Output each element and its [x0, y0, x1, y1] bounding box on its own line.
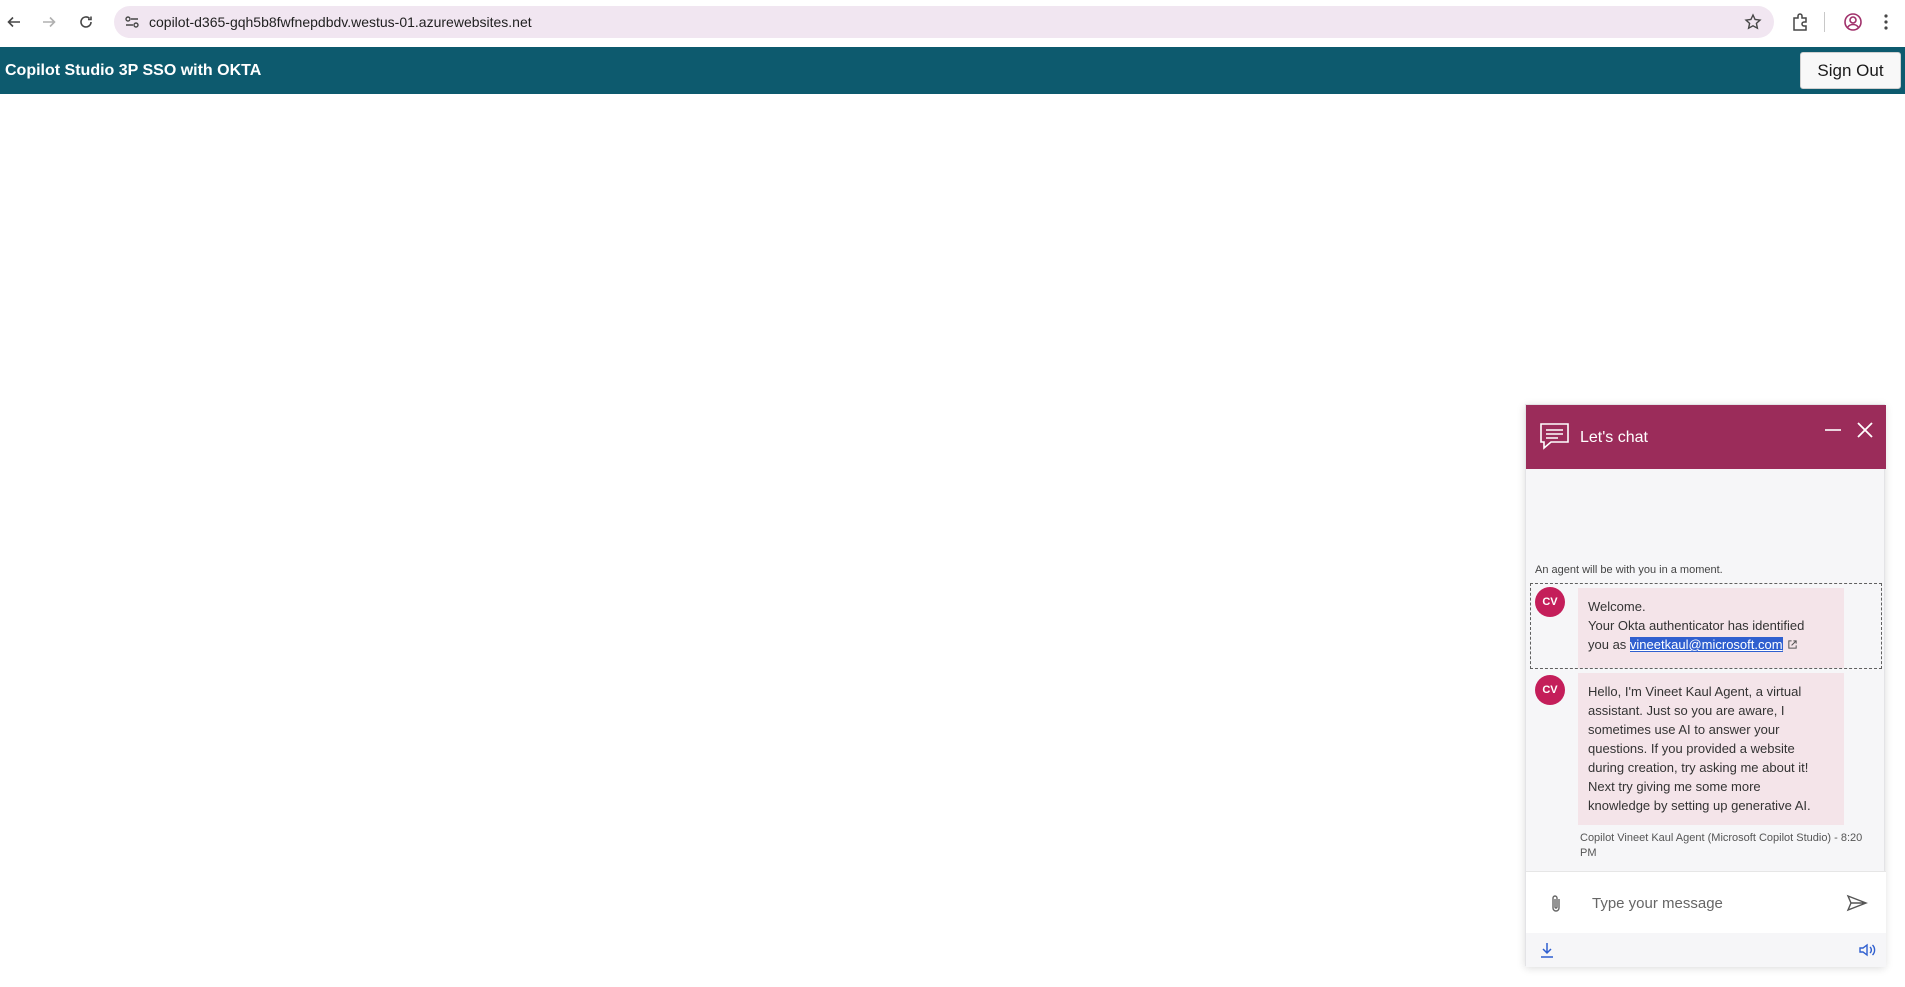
- extensions-icon[interactable]: [1790, 12, 1810, 32]
- minimize-icon[interactable]: [1822, 419, 1844, 441]
- close-icon[interactable]: [1854, 419, 1876, 441]
- bookmark-star-icon[interactable]: [1744, 13, 1762, 31]
- site-settings-icon[interactable]: [124, 14, 140, 30]
- message-group-welcome: CV Welcome. Your Okta authenticator has …: [1530, 583, 1882, 669]
- message-line: knowledge by setting up generative AI.: [1588, 798, 1811, 813]
- chat-header: Let's chat: [1526, 405, 1886, 469]
- download-transcript-icon[interactable]: [1539, 941, 1555, 959]
- app-title: Copilot Studio 3P SSO with OKTA: [5, 62, 262, 79]
- back-button[interactable]: [2, 10, 26, 34]
- forward-button[interactable]: [37, 10, 61, 34]
- paperclip-icon[interactable]: [1546, 893, 1566, 915]
- avatar: CV: [1535, 587, 1565, 617]
- reload-icon: [80, 16, 92, 28]
- message-line: Hello, I'm Vineet Kaul Agent, a virtual: [1588, 684, 1802, 699]
- message-bubble: Hello, I'm Vineet Kaul Agent, a virtual …: [1578, 673, 1844, 825]
- chat-title: Let's chat: [1580, 429, 1648, 446]
- message-timestamp: Copilot Vineet Kaul Agent (Microsoft Cop…: [1580, 831, 1880, 861]
- message-line: assistant. Just so you are aware, I: [1588, 703, 1785, 718]
- chat-widget: Let's chat An agent will be with you in …: [1525, 404, 1886, 967]
- url-text[interactable]: copilot-d365-gqh5b8fwfnepdbdv.westus-01.…: [149, 14, 532, 30]
- toolbar-divider: [1824, 12, 1825, 32]
- app-header: Copilot Studio 3P SSO with OKTA Sign Out: [0, 47, 1905, 94]
- message-bubble: Welcome. Your Okta authenticator has ide…: [1578, 588, 1844, 668]
- sign-out-button[interactable]: Sign Out: [1800, 52, 1901, 89]
- timestamp-line: Copilot Vineet Kaul Agent (Microsoft Cop…: [1580, 832, 1863, 844]
- chat-footer: [1526, 933, 1886, 967]
- message-line: during creation, try asking me about it!: [1588, 760, 1809, 775]
- message-line: questions. If you provided a website: [1588, 741, 1795, 756]
- reload-button[interactable]: [74, 10, 98, 34]
- message-composer: [1526, 871, 1886, 933]
- message-line: sometimes use AI to answer your: [1588, 722, 1780, 737]
- avatar: CV: [1535, 675, 1565, 705]
- agent-notice: An agent will be with you in a moment.: [1535, 564, 1723, 576]
- browser-toolbar: copilot-d365-gqh5b8fwfnepdbdv.westus-01.…: [0, 0, 1905, 44]
- send-icon[interactable]: [1846, 894, 1868, 912]
- email-link[interactable]: vineetkaul@microsoft.com: [1629, 637, 1783, 652]
- message-line: Your Okta authenticator has identified: [1588, 618, 1805, 633]
- chat-bubble-icon: [1540, 423, 1569, 450]
- message-line: Next try giving me some more: [1588, 779, 1761, 794]
- more-menu-icon[interactable]: [1876, 12, 1896, 32]
- address-bar[interactable]: copilot-d365-gqh5b8fwfnepdbdv.westus-01.…: [114, 6, 1774, 38]
- message-group-intro: CV Hello, I'm Vineet Kaul Agent, a virtu…: [1530, 673, 1882, 827]
- speaker-icon[interactable]: [1858, 942, 1878, 958]
- timestamp-line: PM: [1580, 847, 1597, 859]
- external-link-icon: [1787, 640, 1797, 649]
- profile-icon[interactable]: [1843, 12, 1863, 32]
- message-input[interactable]: [1592, 891, 1822, 915]
- message-text: you as: [1588, 637, 1630, 652]
- arrow-left-icon: [7, 16, 20, 28]
- message-line: Welcome.: [1588, 599, 1646, 614]
- message-line-with-link: you as vineetkaul@microsoft.com: [1588, 635, 1834, 654]
- arrow-right-icon: [43, 16, 56, 28]
